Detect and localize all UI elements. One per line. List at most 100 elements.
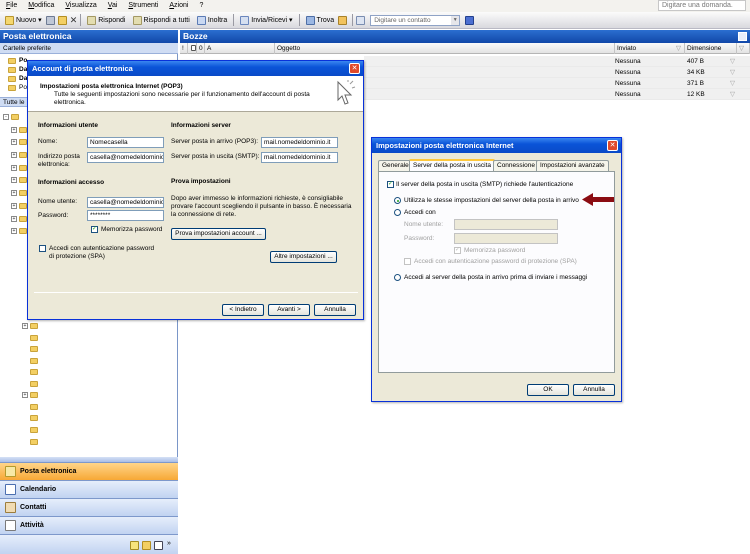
outgoing-server-field[interactable]: mail.nomedeldominio.it xyxy=(261,152,338,163)
folder-icon[interactable] xyxy=(30,439,38,445)
shortcuts-icon[interactable] xyxy=(154,541,163,550)
more-settings-button[interactable]: Altre impostazioni ... xyxy=(270,251,337,263)
expand-icon[interactable]: + xyxy=(11,216,17,222)
column-icon[interactable] xyxy=(188,43,197,54)
column-flag[interactable]: ▽ xyxy=(737,43,750,54)
delete-icon[interactable]: ✕ xyxy=(70,15,78,26)
spa-checkbox[interactable] xyxy=(39,245,46,252)
nav-tasks-button[interactable]: Attività xyxy=(0,516,178,534)
folder-icon[interactable] xyxy=(30,404,38,410)
folder-icon[interactable] xyxy=(19,127,27,133)
close-icon[interactable]: ✕ xyxy=(349,63,360,74)
folder-icon[interactable] xyxy=(30,323,38,329)
column-sent[interactable]: Inviato ▽ xyxy=(615,43,685,54)
column-size[interactable]: Dimensione xyxy=(685,43,737,54)
login-before-send-radio[interactable] xyxy=(394,274,401,281)
folder-icon[interactable] xyxy=(30,346,38,352)
notes-icon[interactable] xyxy=(130,541,139,550)
flag-icon[interactable]: ▽ xyxy=(730,89,735,100)
menu-modifica[interactable]: Modifica xyxy=(22,0,59,12)
flag-icon[interactable]: ▽ xyxy=(730,67,735,78)
reply-all-button[interactable]: Rispondi a tutti xyxy=(130,13,193,27)
cancel-button[interactable]: Annulla xyxy=(314,304,356,316)
remember-password-checkbox[interactable]: ✓ xyxy=(91,226,98,233)
close-icon[interactable]: ✕ xyxy=(607,140,618,151)
flag-icon[interactable]: ▽ xyxy=(730,56,735,67)
folder-icon[interactable] xyxy=(19,139,27,145)
expand-icon[interactable]: + xyxy=(11,228,17,234)
table-row[interactable]: Nessuna 34 KB ▽ xyxy=(364,67,750,78)
ok-button[interactable]: OK xyxy=(527,384,569,396)
spa-checkbox[interactable] xyxy=(404,258,411,265)
folder-icon[interactable] xyxy=(19,177,27,183)
help-icon[interactable] xyxy=(465,15,475,25)
password-field[interactable]: ******** xyxy=(87,210,164,221)
expand-icon[interactable]: + xyxy=(11,152,17,158)
folder-icon[interactable] xyxy=(19,203,27,209)
username-field[interactable]: casella@nomedeldominio.it xyxy=(87,197,164,208)
column-to[interactable]: A xyxy=(205,43,275,54)
expand-icon[interactable]: + xyxy=(11,203,17,209)
expand-icon[interactable]: + xyxy=(11,127,17,133)
folder-icon[interactable] xyxy=(30,381,38,387)
find-button[interactable]: Trova xyxy=(303,13,338,27)
incoming-server-field[interactable]: mail.nomedeldominio.it xyxy=(261,137,338,148)
column-importance[interactable]: ! xyxy=(180,43,188,54)
menu-azioni[interactable]: Azioni xyxy=(163,0,193,12)
cancel-button[interactable]: Annulla xyxy=(573,384,615,396)
expand-icon[interactable]: + xyxy=(22,392,28,398)
forward-button[interactable]: Inoltra xyxy=(194,13,230,27)
smtp-auth-checkbox[interactable]: ✓ xyxy=(387,181,394,188)
folder-icon[interactable] xyxy=(19,165,27,171)
expand-icon[interactable]: + xyxy=(11,139,17,145)
table-row[interactable]: Nessuna 12 KB ▽ xyxy=(364,89,750,100)
reply-button[interactable]: Rispondi xyxy=(84,13,128,27)
folder-icon[interactable] xyxy=(19,152,27,158)
column-attachment[interactable]: 0 xyxy=(197,43,205,54)
favorite-folder-item[interactable]: Da xyxy=(8,66,28,75)
back-button[interactable]: < Indietro xyxy=(222,304,264,316)
contact-search-input[interactable]: Digitare un contatto ▼ xyxy=(370,14,461,26)
nav-mail-button[interactable]: Posta elettronica xyxy=(0,462,178,480)
nav-contacts-button[interactable]: Contatti xyxy=(0,498,178,516)
login-with-radio[interactable] xyxy=(394,209,401,216)
folder-icon[interactable] xyxy=(19,216,27,222)
favorite-folder-item[interactable]: Da xyxy=(8,75,28,84)
folder-icon[interactable] xyxy=(30,369,38,375)
table-row[interactable]: Nessuna 407 B ▽ xyxy=(364,56,750,67)
tab-advanced[interactable]: Impostazioni avanzate xyxy=(536,160,609,171)
configure-buttons-icon[interactable]: » xyxy=(167,540,171,547)
help-search-input[interactable]: Digitare una domanda. xyxy=(658,0,746,11)
folder-list-icon[interactable] xyxy=(142,541,151,550)
nav-calendar-button[interactable]: Calendario xyxy=(0,480,178,498)
menu-file[interactable]: File xyxy=(0,0,22,12)
expand-icon[interactable]: + xyxy=(11,165,17,171)
table-row[interactable]: Nessuna 371 B ▽ xyxy=(364,78,750,89)
flag-icon[interactable]: ▽ xyxy=(730,78,735,89)
menu-visualizza[interactable]: Visualizza xyxy=(59,0,101,12)
tab-outgoing-server[interactable]: Server della posta in uscita xyxy=(409,159,496,171)
username-field[interactable] xyxy=(454,219,558,230)
pane-toggle-icon[interactable] xyxy=(738,32,747,41)
remember-password-checkbox[interactable]: ✓ xyxy=(454,247,461,254)
next-button[interactable]: Avanti > xyxy=(268,304,310,316)
folder-icon[interactable] xyxy=(19,190,27,196)
new-button[interactable]: Nuovo ▾ xyxy=(2,13,45,27)
print-icon[interactable] xyxy=(45,15,55,25)
folder-icon[interactable] xyxy=(30,415,38,421)
password-field[interactable] xyxy=(454,233,558,244)
folder-icon[interactable] xyxy=(30,335,38,341)
folder-icon[interactable] xyxy=(19,228,27,234)
tab-general[interactable]: Generale xyxy=(378,160,413,171)
chevron-down-icon[interactable]: ▼ xyxy=(451,15,460,25)
tab-connection[interactable]: Connessione xyxy=(493,160,539,171)
expand-icon[interactable]: + xyxy=(11,190,17,196)
expand-icon[interactable]: - xyxy=(3,114,9,120)
expand-icon[interactable]: + xyxy=(22,323,28,329)
same-settings-radio[interactable] xyxy=(394,197,401,204)
folder-icon[interactable] xyxy=(11,114,19,120)
test-account-button[interactable]: Prova impostazioni account ... xyxy=(171,228,266,240)
move-folder-icon[interactable] xyxy=(57,15,67,25)
menu-help[interactable]: ? xyxy=(193,0,208,12)
email-field[interactable]: casella@nomedeldominio.it xyxy=(87,152,164,163)
